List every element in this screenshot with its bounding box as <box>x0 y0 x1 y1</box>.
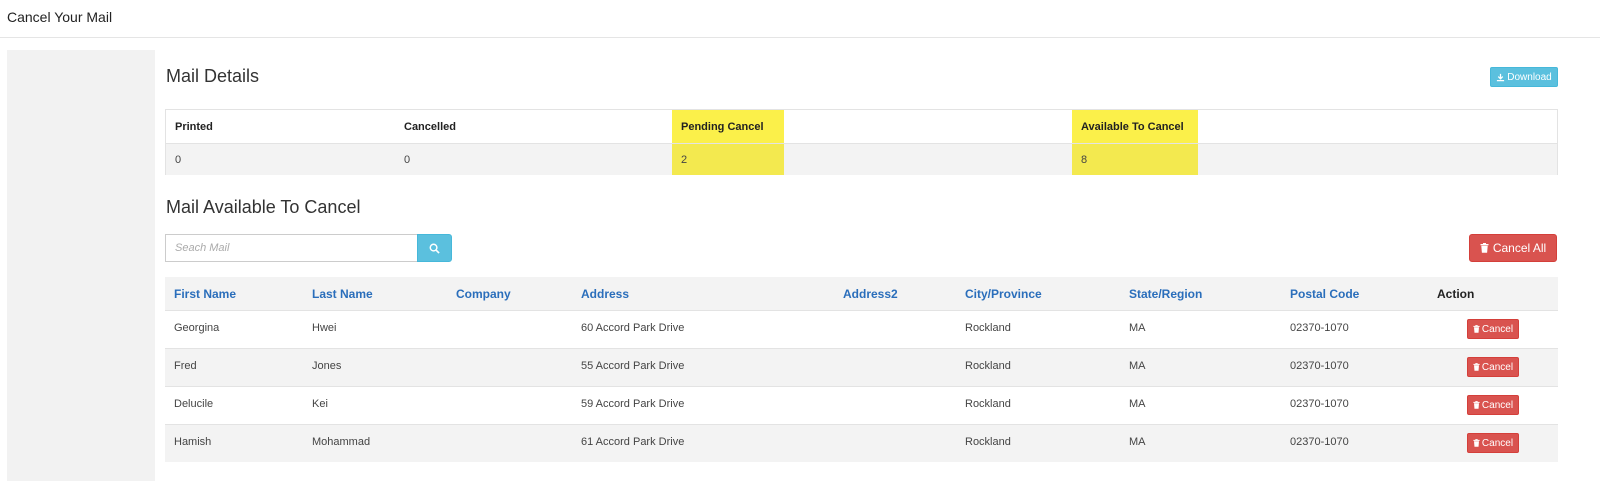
row-cancel-button[interactable]: Cancel <box>1467 319 1519 339</box>
row-cancel-button[interactable]: Cancel <box>1467 395 1519 415</box>
top-bar: Cancel Your Mail <box>0 0 1600 38</box>
sidebar <box>7 50 155 481</box>
cell-first-name: Georgina <box>174 321 220 334</box>
cell-address: 61 Accord Park Drive <box>581 435 685 448</box>
row-cancel-button[interactable]: Cancel <box>1467 357 1519 377</box>
stat-value-cancelled: 0 <box>404 153 411 166</box>
trash-icon <box>1473 401 1480 409</box>
cell-last-name: Kei <box>312 397 328 410</box>
cell-last-name: Hwei <box>312 321 337 334</box>
trash-icon <box>1473 363 1480 371</box>
stat-value-available-to-cancel: 8 <box>1072 144 1198 175</box>
column-last-name[interactable]: Last Name <box>312 277 373 310</box>
cell-address: 59 Accord Park Drive <box>581 397 685 410</box>
table-row: Delucile Kei 59 Accord Park Drive Rockla… <box>165 386 1558 424</box>
column-city-province[interactable]: City/Province <box>965 277 1042 310</box>
download-icon <box>1497 73 1505 81</box>
column-action: Action <box>1437 286 1475 301</box>
row-cancel-button[interactable]: Cancel <box>1467 433 1519 453</box>
cell-city: Rockland <box>965 435 1011 448</box>
trash-icon <box>1473 325 1480 333</box>
stat-label-printed: Printed <box>175 120 213 133</box>
download-label: Download <box>1507 71 1552 83</box>
row-cancel-label: Cancel <box>1481 399 1514 411</box>
cell-last-name: Jones <box>312 359 342 372</box>
cell-postal-code: 02370-1070 <box>1290 397 1349 410</box>
cell-state: MA <box>1129 359 1146 372</box>
trash-icon <box>1480 243 1489 253</box>
row-cancel-label: Cancel <box>1481 437 1514 449</box>
stat-label-pending-cancel: Pending Cancel <box>672 110 784 143</box>
page-title: Cancel Your Mail <box>7 9 113 25</box>
search-mail-input[interactable] <box>165 234 417 262</box>
stat-label-available-to-cancel: Available To Cancel <box>1072 110 1198 143</box>
cell-postal-code: 02370-1070 <box>1290 435 1349 448</box>
summary-header-row: Printed Cancelled Pending Cancel Availab… <box>166 110 1557 143</box>
cell-state: MA <box>1129 397 1146 410</box>
trash-icon <box>1473 439 1480 447</box>
cell-first-name: Fred <box>174 359 197 372</box>
mail-table: First Name Last Name Company Address Add… <box>165 277 1558 462</box>
cell-last-name: Mohammad <box>312 435 371 448</box>
stat-value-pending-cancel: 2 <box>672 144 784 175</box>
cell-first-name: Hamish <box>174 435 212 448</box>
mail-summary-table: Printed Cancelled Pending Cancel Availab… <box>165 109 1558 175</box>
column-postal-code[interactable]: Postal Code <box>1290 277 1359 310</box>
column-state-region[interactable]: State/Region <box>1129 277 1202 310</box>
column-first-name[interactable]: First Name <box>174 277 236 310</box>
stat-value-printed: 0 <box>175 153 182 166</box>
table-row: Fred Jones 55 Accord Park Drive Rockland… <box>165 348 1558 386</box>
stat-label-cancelled: Cancelled <box>404 120 456 133</box>
table-header: First Name Last Name Company Address Add… <box>165 277 1558 310</box>
row-cancel-label: Cancel <box>1481 323 1514 335</box>
cell-first-name: Delucile <box>174 397 214 410</box>
table-row: Hamish Mohammad 61 Accord Park Drive Roc… <box>165 424 1558 462</box>
cell-state: MA <box>1129 435 1146 448</box>
cell-address: 55 Accord Park Drive <box>581 359 685 372</box>
cell-postal-code: 02370-1070 <box>1290 359 1349 372</box>
cell-city: Rockland <box>965 397 1011 410</box>
column-company[interactable]: Company <box>456 277 511 310</box>
cell-city: Rockland <box>965 321 1011 334</box>
column-address2[interactable]: Address2 <box>843 277 898 310</box>
column-address[interactable]: Address <box>581 277 629 310</box>
search-button[interactable] <box>417 234 452 262</box>
cell-state: MA <box>1129 321 1146 334</box>
cell-address: 60 Accord Park Drive <box>581 321 685 334</box>
cancel-all-button[interactable]: Cancel All <box>1469 234 1557 262</box>
mail-details-title: Mail Details <box>166 66 260 86</box>
download-button[interactable]: Download <box>1490 67 1558 87</box>
cancel-all-label: Cancel All <box>1492 241 1547 255</box>
search-icon <box>429 243 440 254</box>
cell-city: Rockland <box>965 359 1011 372</box>
available-to-cancel-title: Mail Available To Cancel <box>166 197 361 217</box>
summary-value-row: 0 0 2 8 <box>166 143 1557 175</box>
table-row: Georgina Hwei 60 Accord Park Drive Rockl… <box>165 310 1558 348</box>
row-cancel-label: Cancel <box>1481 361 1514 373</box>
cell-postal-code: 02370-1070 <box>1290 321 1349 334</box>
